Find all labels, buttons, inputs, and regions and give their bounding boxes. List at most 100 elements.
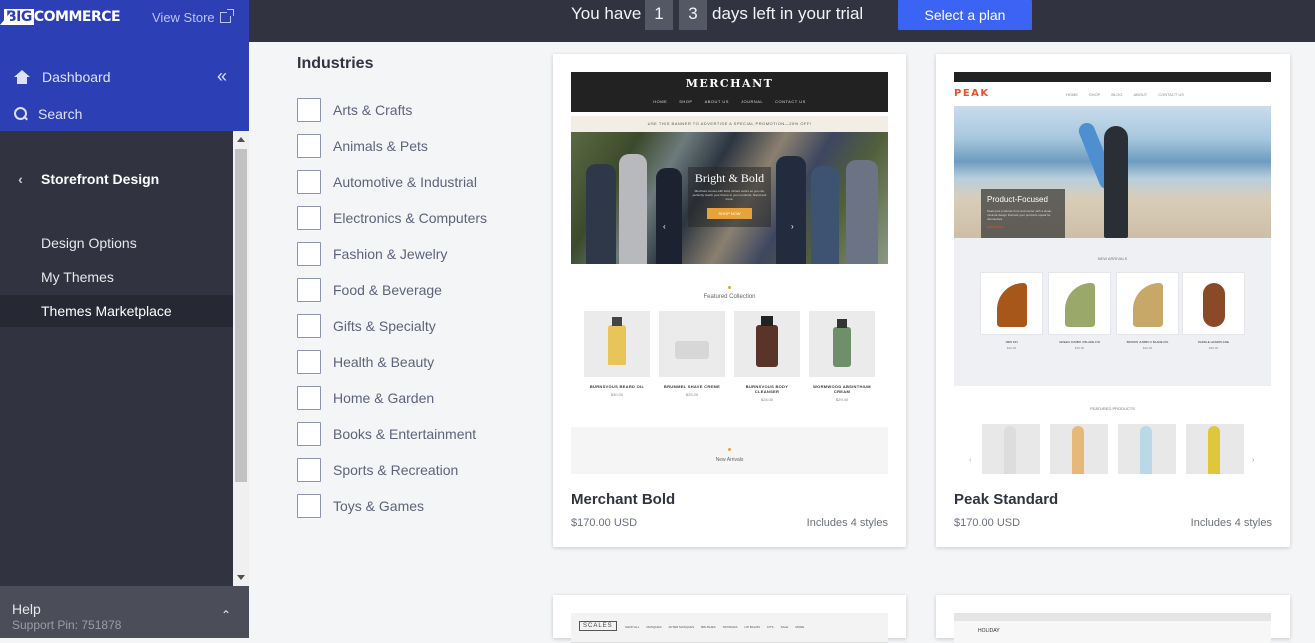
preview-header: MERCHANT HOME SHOP ABOUT US JOURNAL CONTACT … (571, 72, 888, 112)
preview-product: BURNSVOUS BODY CLEANSER $28.00 (734, 311, 800, 402)
preview-nav: HOME SHOP BLOG ABOUT CONTACT US (1066, 92, 1184, 97)
filter-label: Toys & Games (333, 498, 425, 514)
checkbox[interactable] (297, 386, 321, 410)
featured-title: FEATURED PRODUCTS (1090, 406, 1135, 411)
checkbox[interactable] (297, 98, 321, 122)
theme-preview-image[interactable]: PEAK HOME SHOP BLOG ABOUT CONTACT US Product… (954, 72, 1271, 474)
preview-product (1050, 424, 1108, 474)
home-icon (14, 70, 30, 84)
filter-animals-pets[interactable]: Animals & Pets (297, 134, 428, 158)
filter-health-beauty[interactable]: Health & Beauty (297, 350, 434, 374)
filter-books-entertainment[interactable]: Books & Entertainment (297, 422, 476, 446)
help-panel[interactable]: Help Support Pin: 751878 ⌃ (0, 586, 249, 638)
checkbox[interactable] (297, 170, 321, 194)
preview-product (982, 424, 1040, 474)
trial-text-after: days left in your trial (712, 4, 864, 23)
sidebar-item-design-options[interactable]: Design Options (0, 227, 233, 259)
trial-banner: You have 1 3 days left in your trial Sel… (249, 0, 1315, 42)
sidebar-section-storefront-design[interactable]: ‹ Storefront Design (0, 160, 233, 198)
hero-overlay: Product-Focused Peak puts products front… (981, 189, 1065, 238)
hero-shop-button: SHOP NOW (707, 208, 752, 219)
theme-card-merchant-bold[interactable]: MERCHANT HOME SHOP ABOUT US JOURNAL CONTACT … (553, 54, 906, 547)
preview-new-arrivals: NEW ARRIVALS 1805 FIN $20.00 GREEN JUMBO… (954, 238, 1271, 386)
checkbox[interactable] (297, 422, 321, 446)
filter-label: Gifts & Specialty (333, 318, 436, 334)
theme-name[interactable]: Peak Standard (954, 491, 1058, 508)
hero-shop-button: SHOP NOW (987, 225, 1004, 229)
filter-arts-crafts[interactable]: Arts & Crafts (297, 98, 412, 122)
checkbox[interactable] (297, 134, 321, 158)
hero-title: Product-Focused (987, 195, 1048, 204)
preview-product: 1805 FIN $20.00 (981, 273, 1042, 350)
filter-fashion-jewelry[interactable]: Fashion & Jewelry (297, 242, 447, 266)
filter-label: Animals & Pets (333, 138, 428, 154)
preview-hero: Product-Focused Peak puts products front… (954, 106, 1271, 238)
preview-product: GREEN JUMBO II BLADE FIN $20.00 (1049, 273, 1110, 350)
filter-automotive-industrial[interactable]: Automotive & Industrial (297, 170, 477, 194)
theme-price: $170.00 USD (571, 517, 638, 529)
filter-sports-recreation[interactable]: Sports & Recreation (297, 458, 458, 482)
preview-product (1186, 424, 1244, 474)
checkbox[interactable] (297, 494, 321, 518)
theme-card-scales[interactable]: SCALES SHOP ALL MASQUES AFTER MASQUES BRUSH… (553, 595, 906, 643)
filter-label: Fashion & Jewelry (333, 246, 448, 262)
help-label: Help (12, 601, 41, 617)
sidebar-item-label: Dashboard (42, 69, 111, 85)
theme-price: $170.00 USD (954, 517, 1021, 529)
preview-topbar (954, 72, 1271, 82)
collapse-sidebar-icon[interactable]: « (217, 66, 227, 87)
trial-text-before: You have (571, 4, 642, 23)
preview-product: BURNSVOUS BEARD OIL $30.00 (584, 311, 650, 397)
chevron-up-icon: ⌃ (220, 608, 231, 622)
sidebar-item-label: Search (38, 106, 83, 122)
scroll-down-icon[interactable] (237, 575, 245, 580)
theme-card-holiday[interactable]: HOLIDAY (936, 595, 1290, 643)
preview-featured: Featured Collection BURNSVOUS BEARD OIL … (571, 264, 888, 429)
view-store-link[interactable]: View Store (152, 9, 234, 25)
filter-gifts-specialty[interactable]: Gifts & Specialty (297, 314, 436, 338)
theme-preview-image[interactable]: HOLIDAY (954, 613, 1271, 643)
filter-label: Automotive & Industrial (333, 174, 477, 190)
sidebar-scrollbar[interactable] (233, 131, 249, 586)
theme-preview-image[interactable]: SCALES SHOP ALL MASQUES AFTER MASQUES BRUSH… (571, 613, 888, 643)
theme-card-peak-standard[interactable]: PEAK HOME SHOP BLOG ABOUT CONTACT US Product… (936, 54, 1290, 547)
scrollbar-thumb[interactable] (235, 149, 247, 482)
filter-food-beverage[interactable]: Food & Beverage (297, 278, 442, 302)
filter-label: Health & Beauty (333, 354, 435, 370)
checkbox[interactable] (297, 278, 321, 302)
industries-heading: Industries (297, 55, 374, 72)
sidebar-item-search[interactable]: Search (0, 104, 249, 124)
theme-name[interactable]: Merchant Bold (571, 491, 675, 508)
bigcommerce-logo[interactable]: BIG COMMERCE (4, 9, 121, 25)
view-store-label: View Store (152, 10, 215, 25)
filter-home-garden[interactable]: Home & Garden (297, 386, 434, 410)
checkbox[interactable] (297, 314, 321, 338)
preview-hero: Bright & Bold Merchant comes with bold, … (571, 132, 888, 264)
hero-overlay: Bright & Bold Merchant comes with bold, … (688, 167, 771, 227)
scroll-up-icon[interactable] (237, 137, 245, 142)
theme-styles-count: Includes 4 styles (1190, 517, 1272, 529)
filter-toys-games[interactable]: Toys & Games (297, 494, 424, 518)
checkbox[interactable] (297, 206, 321, 230)
checkbox[interactable] (297, 242, 321, 266)
hero-subtitle: Peak puts products front and center with… (987, 209, 1052, 221)
chevron-left-icon: ‹ (663, 222, 666, 231)
preview-product (1118, 424, 1176, 474)
filter-electronics-computers[interactable]: Electronics & Computers (297, 206, 487, 230)
chevron-right-icon: › (791, 222, 794, 231)
checkbox[interactable] (297, 458, 321, 482)
featured-title: Featured Collection (703, 294, 756, 300)
checkbox[interactable] (297, 350, 321, 374)
theme-preview-image[interactable]: MERCHANT HOME SHOP ABOUT US JOURNAL CONTACT … (571, 72, 888, 474)
sidebar-item-my-themes[interactable]: My Themes (0, 261, 233, 293)
preview-product: WORMWOOD ABSINTHIUM CREAM $29.40 (809, 311, 875, 402)
preview-product: BROWN JUMBO II BLADE FIN $20.00 (1117, 273, 1178, 350)
sidebar-item-themes-marketplace[interactable]: Themes Marketplace (0, 295, 233, 327)
sidebar-item-dashboard[interactable]: Dashboard (0, 66, 249, 88)
preview-product: BRUMMEL SHAVE CREME $25.00 (659, 311, 725, 397)
preview-logo: HOLIDAY (978, 628, 1000, 634)
search-icon (14, 107, 28, 121)
trial-days-digit: 3 (679, 0, 707, 30)
select-plan-button[interactable]: Select a plan (898, 0, 1032, 30)
preview-logo: MERCHANT (685, 77, 774, 90)
